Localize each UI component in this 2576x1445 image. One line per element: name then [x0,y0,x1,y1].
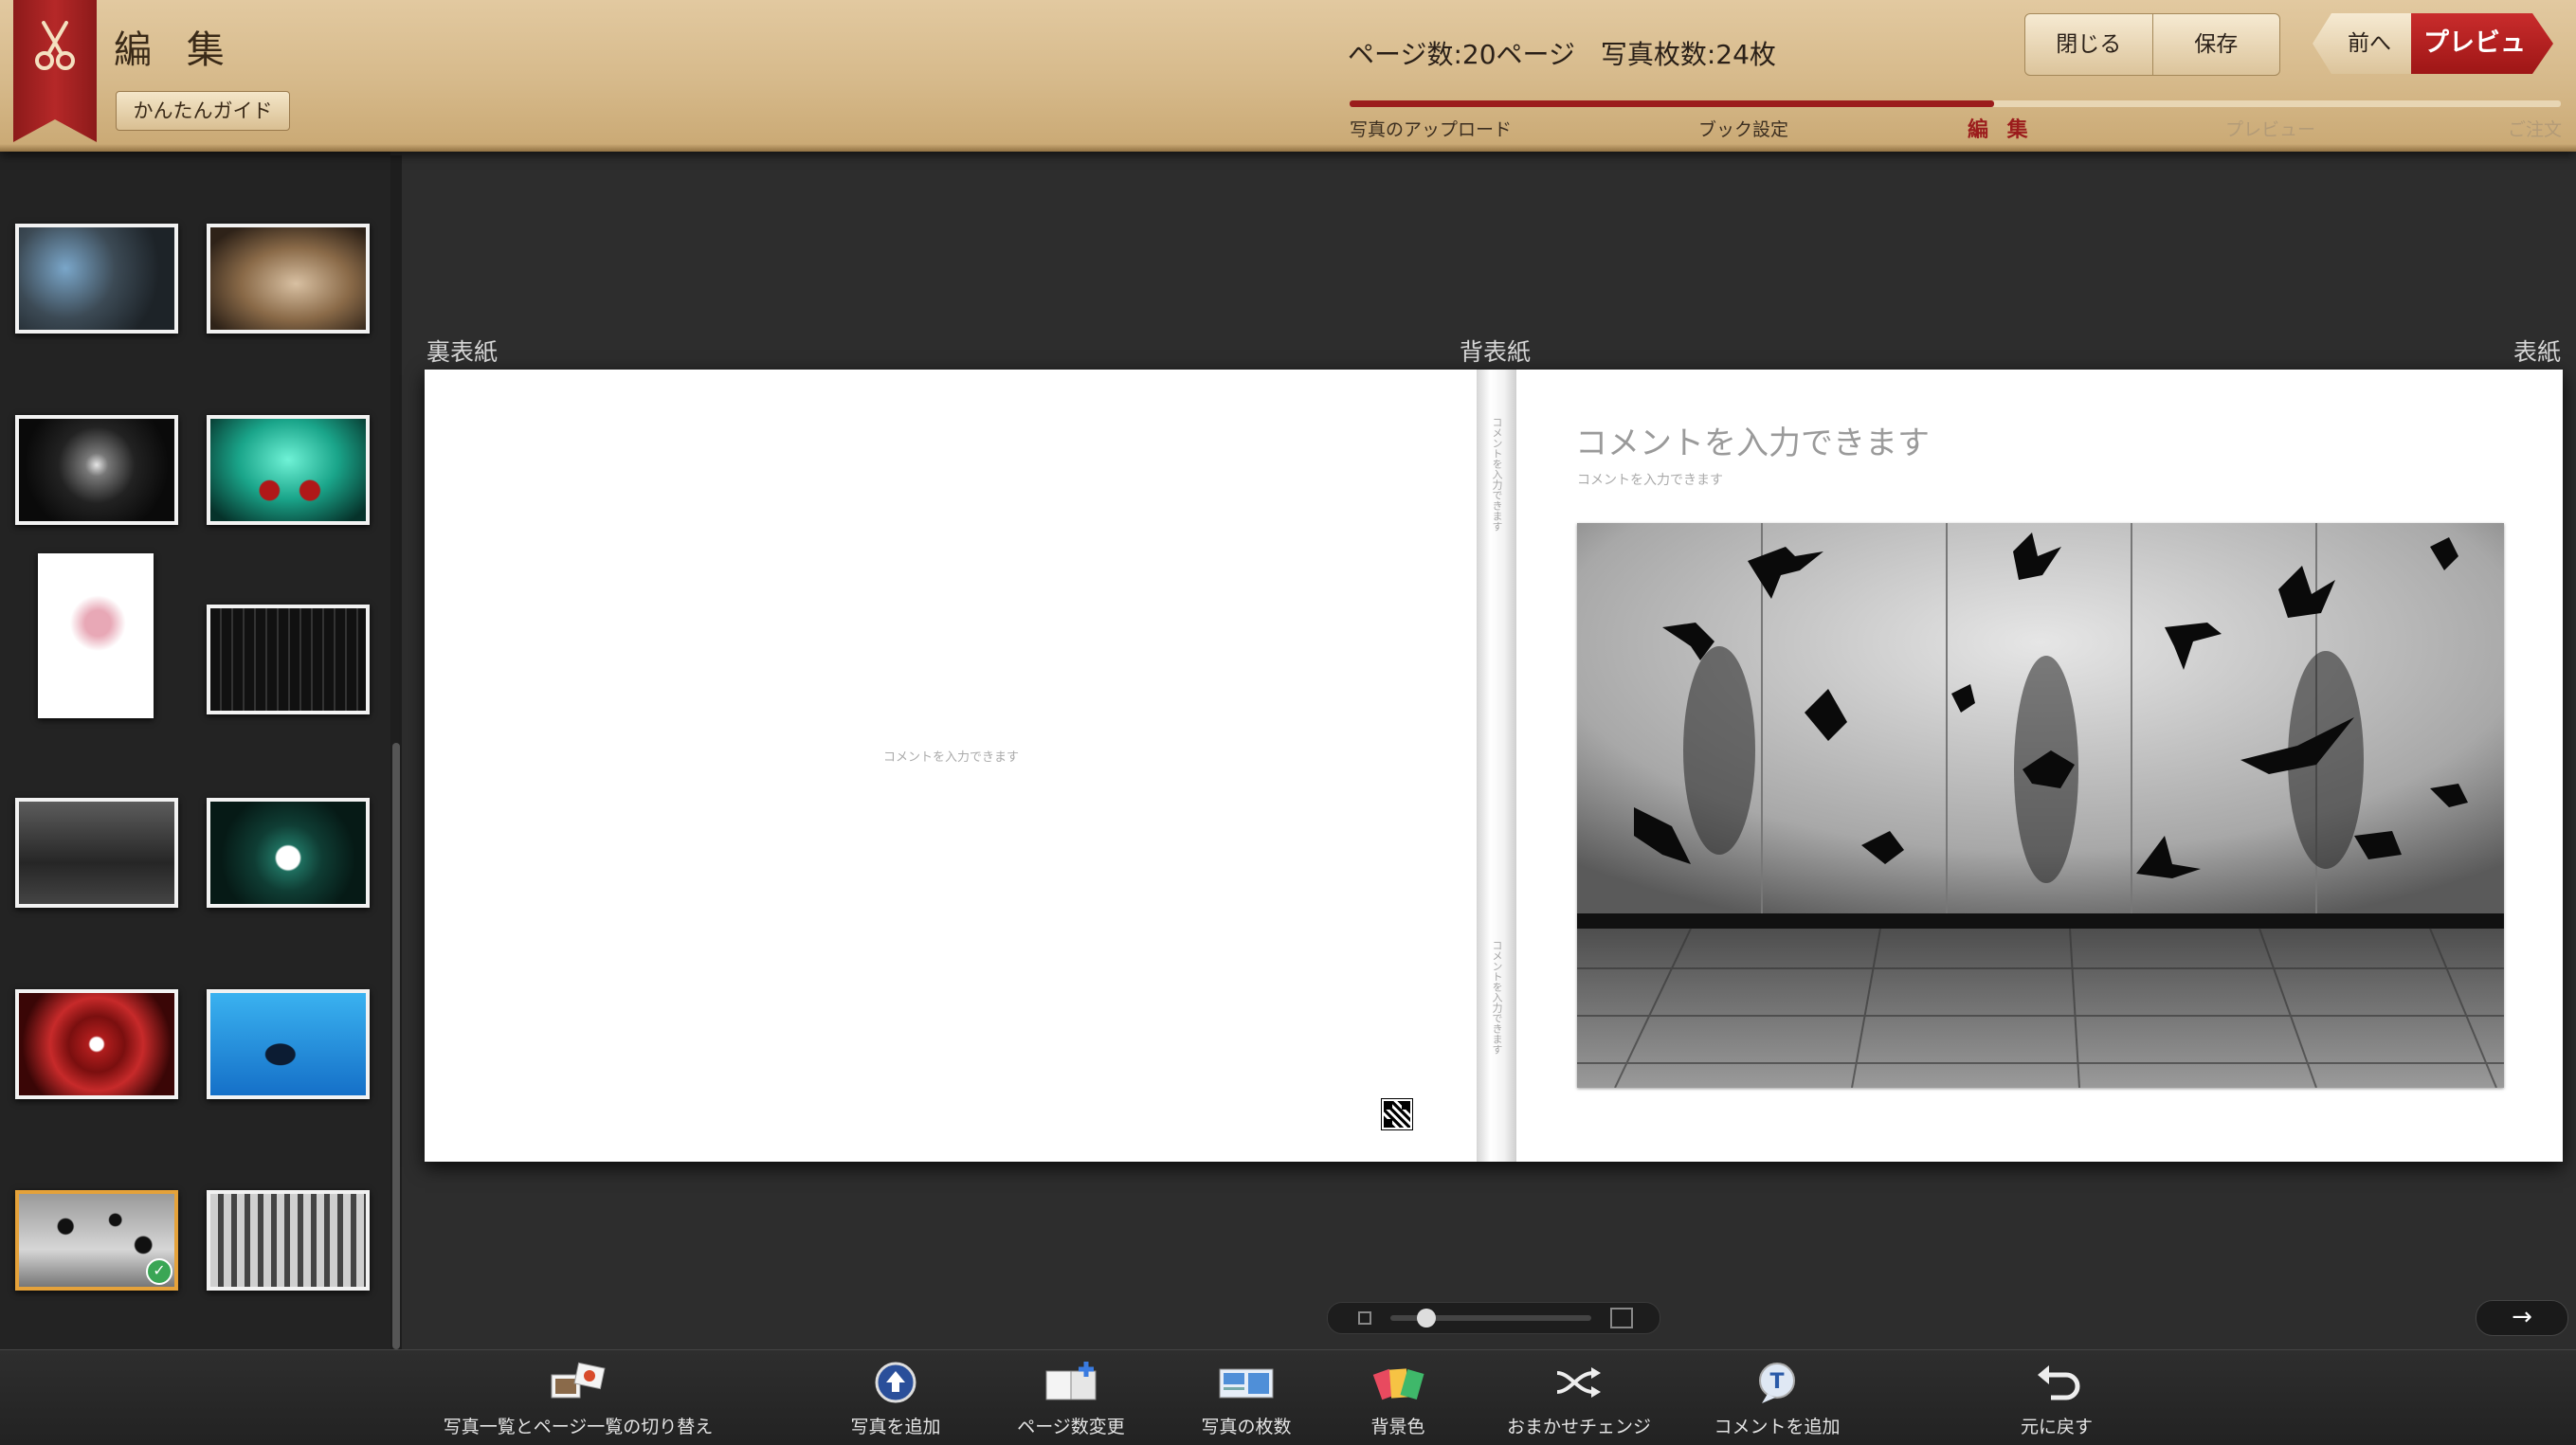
bottom-toolbar: 写真一覧とページ一覧の切り替え 写真を追加 ページ数変更 写真の枚数 背景色 お… [0,1349,2576,1445]
spine-label: 背表紙 [1460,338,1532,366]
save-button[interactable]: 保存 [2151,14,2280,75]
photo-thumbnail[interactable] [207,224,370,334]
edit-ribbon [13,0,97,142]
check-icon: ✓ [146,1258,172,1285]
svg-text:T: T [1769,1370,1784,1394]
photo-thumbnail[interactable] [207,415,370,525]
page-title: 編 集 [114,28,236,72]
zoom-knob[interactable] [1417,1309,1436,1328]
sidebar-scrollbar[interactable] [390,155,402,1349]
add-comment-label: コメントを追加 [1714,1417,1841,1437]
change-pages-button[interactable]: ページ数変更 [1005,1350,1137,1445]
zoom-out-icon[interactable] [1358,1311,1371,1325]
preview-button[interactable]: プレビュー [2411,13,2553,74]
sidebar-scroll-thumb[interactable] [392,743,400,1349]
photo-thumbnail[interactable] [15,224,178,334]
photos-switch-icon [551,1362,606,1399]
front-cover-photo[interactable] [1577,523,2504,1088]
front-cover-label: 表紙 [2513,338,2562,366]
photo-thumbnail[interactable] [38,553,154,718]
auto-change-label: おまかせチェンジ [1507,1417,1652,1437]
background-color-button[interactable]: 背景色 [1346,1350,1450,1445]
undo-label: 元に戻す [2020,1417,2093,1437]
zoom-slider[interactable] [1327,1302,1660,1334]
step-progress-fill [1350,100,1994,107]
step-preview: プレビュー [2225,119,2316,140]
step-edit: 編 集 [1968,118,2034,142]
back-cover-label: 裏表紙 [426,338,499,366]
photo-thumbnail[interactable] [207,989,370,1099]
step-book-settings[interactable]: ブック設定 [1698,116,1788,141]
photo-count: 写真枚数:24枚 [1600,39,1776,70]
photo-count-button[interactable]: 写真の枚数 [1185,1350,1308,1445]
close-button[interactable]: 閉じる [2025,14,2152,75]
step-progress [1350,100,2561,107]
front-cover-subtitle[interactable]: コメントを入力できます [1577,470,1723,489]
spine-comment-top[interactable]: コメントを入力できます [1490,417,1503,578]
text-bubble-icon: T [1759,1363,1795,1403]
photo-thumbnail[interactable] [207,1190,370,1291]
page-count: ページ数:20ページ [1348,39,1575,70]
page-add-icon [1045,1362,1097,1400]
layout-icon [1219,1368,1274,1399]
background-color-label: 背景色 [1370,1417,1425,1437]
next-page-arrow-icon[interactable]: → [2476,1300,2568,1336]
shuffle-icon [1556,1367,1601,1398]
spine-comment-bottom[interactable]: コメントを入力できます [1490,940,1503,1101]
photo-thumbnail[interactable] [15,798,178,908]
photo-count-label: 写真の枚数 [1201,1417,1292,1437]
switch-view-label: 写真一覧とページ一覧の切り替え [443,1417,714,1437]
front-cover-title[interactable]: コメントを入力できます [1575,417,1930,463]
header-bar: 編 集 かんたんガイド ページ数:20ページ 写真枚数:24枚 写真のアップロー… [0,0,2576,152]
zoom-in-icon[interactable] [1610,1308,1633,1328]
add-comment-button[interactable]: T コメントを追加 [1706,1350,1848,1445]
book-stats: ページ数:20ページ 写真枚数:24枚 [1348,34,1793,72]
qr-code-icon [1381,1098,1413,1130]
photo-thumbnail[interactable] [207,798,370,908]
back-cover-comment[interactable]: コメントを入力できます [883,747,1019,765]
auto-change-button[interactable]: おまかせチェンジ [1507,1350,1652,1445]
guide-button[interactable]: かんたんガイド [116,91,290,131]
undo-icon [2038,1365,2080,1400]
photo-thumbnail[interactable] [15,415,178,525]
add-photo-label: 写真を追加 [850,1417,941,1437]
upload-icon [875,1362,916,1403]
photo-thumbnail[interactable] [207,605,370,714]
switch-view-button[interactable]: 写真一覧とページ一覧の切り替え [417,1350,739,1445]
step-order: ご注文 [2508,119,2563,140]
undo-button[interactable]: 元に戻す [2000,1350,2113,1445]
color-swatch-icon [1372,1368,1424,1400]
add-photo-button[interactable]: 写真を追加 [834,1350,957,1445]
photo-thumbnail[interactable] [15,989,178,1099]
step-upload[interactable]: 写真のアップロード [1350,116,1512,141]
photo-thumbnail-selected[interactable]: ✓ [15,1190,178,1291]
prev-button[interactable]: 前へ [2313,13,2415,74]
change-pages-label: ページ数変更 [1017,1417,1125,1437]
file-actions: 閉じる 保存 [2024,13,2280,76]
scissors-icon [35,21,75,70]
